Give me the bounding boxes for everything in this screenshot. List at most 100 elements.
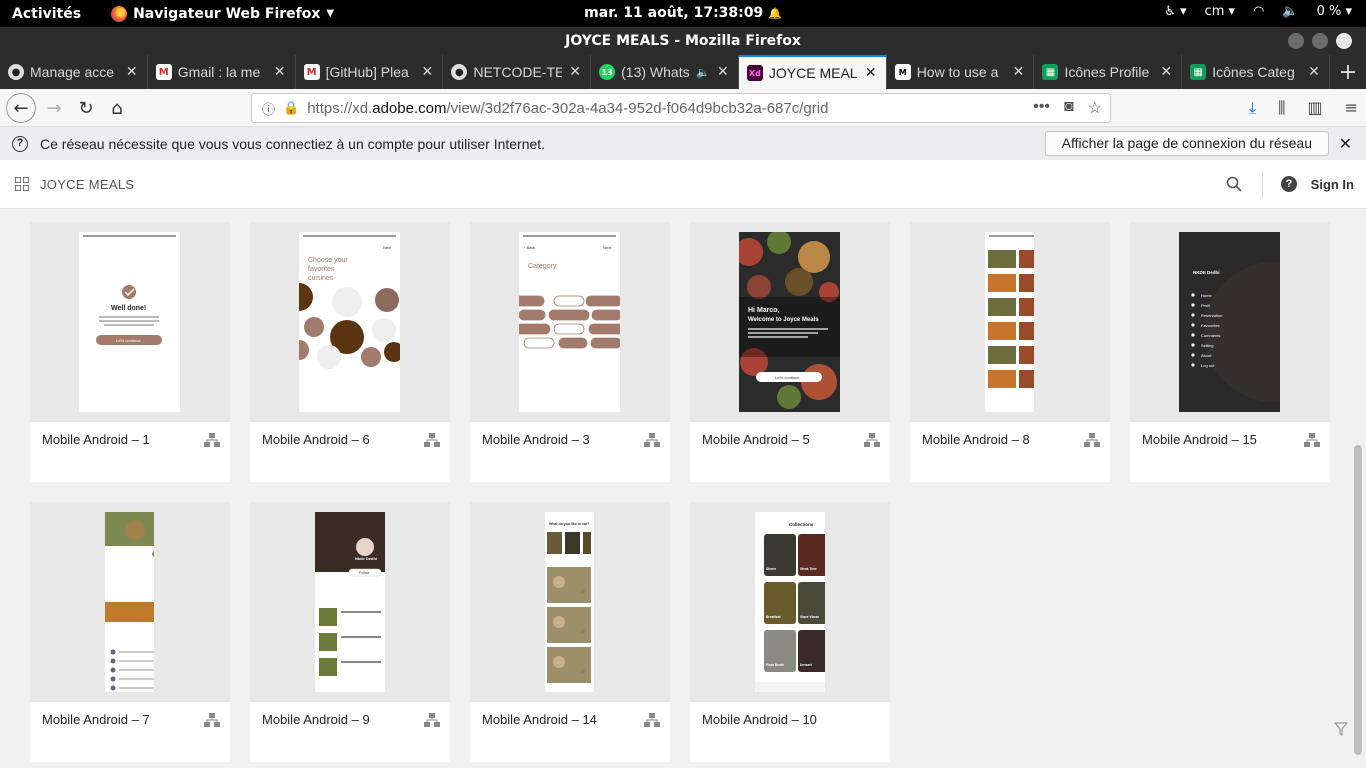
tab-5[interactable]: Xd JOYCE MEALS ✕ xyxy=(738,55,887,89)
close-tab-icon[interactable]: ✕ xyxy=(1011,64,1025,80)
library-icon[interactable]: ⫼ xyxy=(1278,98,1285,118)
artboard-name[interactable]: Mobile Android – 5 xyxy=(702,432,810,447)
grid-view-icon[interactable] xyxy=(15,177,29,191)
artboard-name[interactable]: Mobile Android – 14 xyxy=(482,712,597,727)
filter-icon[interactable] xyxy=(1334,722,1348,736)
volume-icon[interactable]: 🔈 xyxy=(1282,4,1298,19)
battery-status[interactable]: 0 % ▾ xyxy=(1317,4,1352,19)
artboard-thumbnail[interactable]: Collections Dinner Steak Time Breakfast Glaz… xyxy=(690,502,890,702)
home-button[interactable]: ⌂ xyxy=(103,94,131,122)
flow-icon[interactable] xyxy=(1304,432,1320,448)
forward-button[interactable]: → xyxy=(40,94,68,122)
artboard-card[interactable]: What do you like to eat? Mobile Android –… xyxy=(470,502,670,762)
artboard-card[interactable]: Next Choose your favorites cuisines Mobile A… xyxy=(250,222,450,482)
screen-preview-drawing: Hi Marco, Welcome to Joyce Meals Let's con… xyxy=(739,232,840,412)
tab-4[interactable]: 13 (13) Whats 🔈 ✕ xyxy=(591,55,739,89)
open-login-page-button[interactable]: Afficher la page de connexion du réseau xyxy=(1044,131,1329,156)
app-menu-label: Navigateur Web Firefox xyxy=(133,5,321,22)
artboard-name[interactable]: Mobile Android – 9 xyxy=(262,712,370,727)
artboard-card[interactable]: Hi Marco, Welcome to Joyce Meals Let's con… xyxy=(690,222,890,482)
artboard-thumbnail[interactable]: Next Choose your favorites cuisines xyxy=(250,222,450,422)
artboard-card[interactable]: NKDE Dedhi Home Profil Reservation Favourite… xyxy=(1130,222,1330,482)
sign-in-link[interactable]: Sign In xyxy=(1311,177,1354,192)
hamburger-menu-icon[interactable]: ≡ xyxy=(1345,98,1358,118)
downloads-icon[interactable]: ⤓ xyxy=(1249,98,1256,118)
artboard-name[interactable]: Mobile Android – 10 xyxy=(702,712,817,727)
page-actions-icon[interactable]: ••• xyxy=(1033,98,1050,118)
flow-icon[interactable] xyxy=(864,432,880,448)
scrollbar-thumb[interactable] xyxy=(1354,445,1362,755)
sidebar-icon[interactable]: ▥ xyxy=(1307,98,1322,118)
system-tray[interactable]: ♿ ▾ cm ▾ ◠ 🔈 0 % ▾ xyxy=(1164,4,1352,19)
captive-portal-notification: ? Ce réseau nécessite que vous vous conn… xyxy=(0,127,1366,160)
wifi-icon[interactable]: ◠ xyxy=(1253,4,1264,19)
artboard-thumbnail[interactable]: What do you like to eat? xyxy=(470,502,670,702)
scrollbar[interactable] xyxy=(1350,209,1366,768)
info-icon[interactable]: ⓘ xyxy=(262,99,275,118)
close-notification-icon[interactable]: ✕ xyxy=(1339,134,1352,154)
artboard-name[interactable]: Mobile Android – 3 xyxy=(482,432,590,447)
keyboard-layout[interactable]: cm ▾ xyxy=(1205,4,1235,19)
activities-button[interactable]: Activités xyxy=(12,6,81,22)
flow-icon[interactable] xyxy=(204,432,220,448)
artboard-thumbnail[interactable]: Well done! Let's continue xyxy=(30,222,230,422)
app-menu[interactable]: Navigateur Web Firefox ▼ xyxy=(111,5,334,22)
close-tab-icon[interactable]: ✕ xyxy=(420,64,434,80)
speaker-icon[interactable]: 🔈 xyxy=(696,66,710,79)
bookmark-star-icon[interactable]: ☆ xyxy=(1088,98,1102,118)
reload-button[interactable]: ↻ xyxy=(72,94,100,122)
flow-icon[interactable] xyxy=(1084,432,1100,448)
new-tab-button[interactable]: + xyxy=(1330,55,1366,89)
close-window-button[interactable] xyxy=(1336,33,1352,49)
maximize-button[interactable] xyxy=(1312,33,1328,49)
artboard-name[interactable]: Mobile Android – 8 xyxy=(922,432,1030,447)
artboard-thumbnail[interactable] xyxy=(910,222,1110,422)
tab-6[interactable]: M How to use a ✕ xyxy=(887,55,1035,89)
close-tab-icon[interactable]: ✕ xyxy=(716,64,730,80)
artboard-card[interactable]: Mobile Android – 8 xyxy=(910,222,1110,482)
close-tab-icon[interactable]: ✕ xyxy=(1307,64,1321,80)
close-tab-icon[interactable]: ✕ xyxy=(864,65,878,81)
accessibility-icon[interactable]: ♿ ▾ xyxy=(1164,4,1186,19)
artboard-card[interactable]: Mobile Android – 7 xyxy=(30,502,230,762)
artboard-thumbnail[interactable]: NKDE Dedhi Home Profil Reservation Favourite… xyxy=(1130,222,1330,422)
close-tab-icon[interactable]: ✕ xyxy=(1159,64,1173,80)
screen-preview: What do you like to eat? xyxy=(545,512,594,692)
artboard-card[interactable]: Collections Dinner Steak Time Breakfast Glaz… xyxy=(690,502,890,762)
pocket-icon[interactable]: ◙ xyxy=(1064,98,1074,118)
artboard-name[interactable]: Mobile Android – 1 xyxy=(42,432,150,447)
close-tab-icon[interactable]: ✕ xyxy=(125,64,139,80)
screen-preview: Well done! Let's continue xyxy=(79,232,180,412)
close-tab-icon[interactable]: ✕ xyxy=(273,64,287,80)
artboard-card[interactable]: Well done! Let's continue Mobile Android –… xyxy=(30,222,230,482)
tab-label: NETCODE-TE xyxy=(473,64,563,80)
back-button[interactable]: ← xyxy=(6,93,36,123)
url-bar[interactable]: ⓘ 🔒 https://xd.adobe.com/view/3d2f76ac-3… xyxy=(251,93,1111,123)
flow-icon[interactable] xyxy=(644,712,660,728)
artboard-thumbnail[interactable] xyxy=(30,502,230,702)
artboard-thumbnail[interactable]: ‹ Back Next Category xyxy=(470,222,670,422)
artboard-card[interactable]: ‹ Back Next Category Mobile Android – 3 xyxy=(470,222,670,482)
tab-7[interactable]: ▦ Icônes Profile ✕ xyxy=(1034,55,1183,89)
close-tab-icon[interactable]: ✕ xyxy=(568,64,582,80)
tab-3[interactable]: ● NETCODE-TE ✕ xyxy=(443,55,592,89)
screen-preview: NKDE Dedhi Home Profil Reservation Favourite… xyxy=(1179,232,1280,412)
tab-2[interactable]: M [GitHub] Plea ✕ xyxy=(296,55,444,89)
flow-icon[interactable] xyxy=(204,712,220,728)
artboard-card[interactable]: Nkde Dedhi Follow Mobile Android – 9 xyxy=(250,502,450,762)
artboard-name[interactable]: Mobile Android – 15 xyxy=(1142,432,1257,447)
flow-icon[interactable] xyxy=(424,712,440,728)
flow-icon[interactable] xyxy=(644,432,660,448)
url-host: adobe.com xyxy=(372,99,447,117)
help-icon[interactable]: ? xyxy=(1281,176,1297,192)
artboard-name[interactable]: Mobile Android – 7 xyxy=(42,712,150,727)
artboard-thumbnail[interactable]: Nkde Dedhi Follow xyxy=(250,502,450,702)
search-icon[interactable] xyxy=(1226,176,1242,192)
minimize-button[interactable] xyxy=(1288,33,1304,49)
artboard-name[interactable]: Mobile Android – 6 xyxy=(262,432,370,447)
tab-0[interactable]: ● Manage acce ✕ xyxy=(0,55,148,89)
artboard-thumbnail[interactable]: Hi Marco, Welcome to Joyce Meals Let's con… xyxy=(690,222,890,422)
flow-icon[interactable] xyxy=(424,432,440,448)
tab-1[interactable]: M Gmail : la me ✕ xyxy=(148,55,296,89)
tab-8[interactable]: ▦ Icônes Categ ✕ xyxy=(1182,55,1331,89)
